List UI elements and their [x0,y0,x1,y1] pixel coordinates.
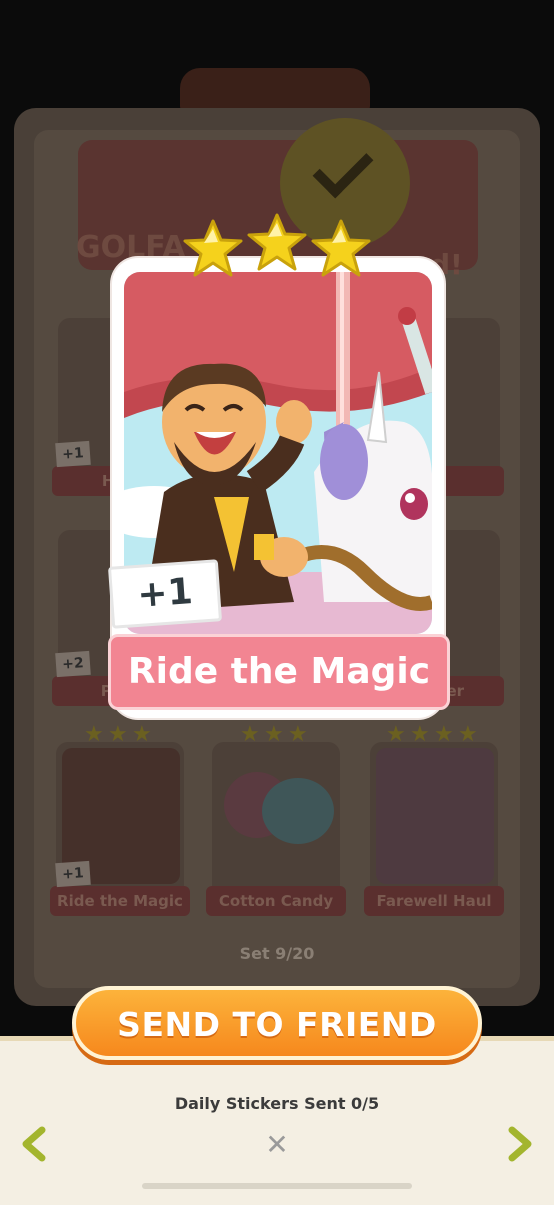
sticker-count-ride-the-magic: +1 [55,860,91,888]
cotton-candy-blue-art [262,778,334,844]
star-icon [183,219,243,277]
sticker-art-farewell-haul [376,748,494,884]
sticker-count-prize: +2 [55,650,91,678]
sticker-count-tag: +1 [107,559,223,629]
sticker-label-cotton-candy: Cotton Candy [206,886,346,916]
previous-arrow-icon[interactable] [14,1124,54,1164]
close-icon[interactable]: ✕ [262,1130,292,1160]
home-indicator [142,1183,412,1189]
sticker-label-ride-the-magic: Ride the Magic [50,886,190,916]
send-to-friend-button[interactable]: SEND TO FRIEND [72,986,482,1060]
sticker-name-ribbon: Ride the Magic [108,634,450,710]
sticker-label-farewell-haul: Farewell Haul [364,886,504,916]
album-title-backdrop [180,68,370,112]
daily-stickers-status: Daily Stickers Sent 0/5 [174,1094,380,1113]
next-arrow-icon[interactable] [500,1124,540,1164]
set-counter: Set 9/20 [239,944,315,963]
star-icon [311,219,371,277]
star-icon [247,213,307,271]
bottom-panel [0,1036,554,1205]
sticker-count-here: +1 [55,440,91,468]
